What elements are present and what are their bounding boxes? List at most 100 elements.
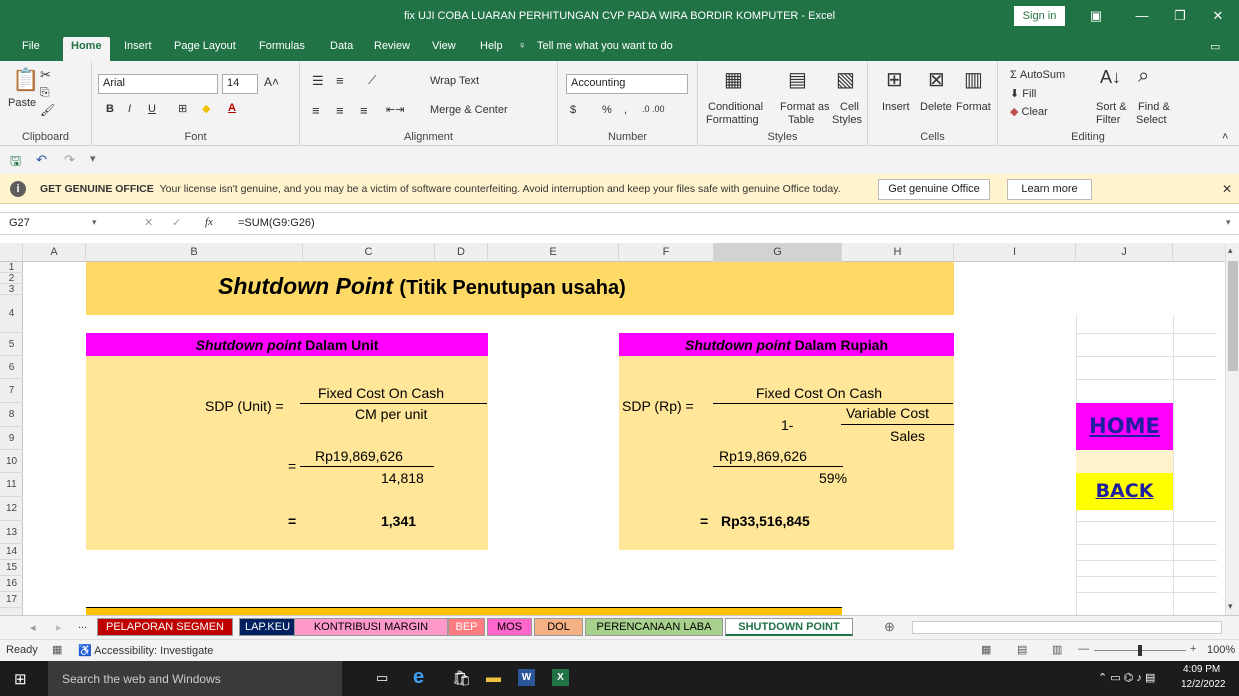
- conditional-formatting-sub[interactable]: Formatting: [706, 114, 759, 126]
- borders-icon[interactable]: ⊞: [178, 102, 187, 115]
- home-button[interactable]: HOME: [1076, 414, 1173, 438]
- column-header[interactable]: D: [435, 243, 488, 262]
- get-genuine-button[interactable]: Get genuine Office: [878, 179, 990, 200]
- row-header[interactable]: 9: [0, 427, 23, 450]
- find-select-sub[interactable]: Select: [1136, 114, 1167, 126]
- find-select-icon[interactable]: ⌕: [1138, 65, 1149, 88]
- collapse-ribbon-icon[interactable]: ˄: [1222, 131, 1228, 143]
- number-format-select[interactable]: Accounting: [566, 74, 688, 94]
- zoom-in-icon[interactable]: +: [1190, 643, 1196, 655]
- column-header[interactable]: A: [23, 243, 86, 262]
- insert-cells-icon[interactable]: ⊞: [886, 67, 903, 92]
- row-header[interactable]: 15: [0, 560, 23, 576]
- paste-icon[interactable]: 📋: [12, 67, 39, 93]
- sort-filter-sub[interactable]: Filter: [1096, 114, 1120, 126]
- windows-start-icon[interactable]: ⊞: [14, 670, 27, 688]
- tab-page-layout[interactable]: Page Layout: [174, 40, 236, 52]
- normal-view-icon[interactable]: ▦: [981, 643, 991, 656]
- tab-home[interactable]: Home: [63, 37, 110, 61]
- next-sheet-icon[interactable]: ▸: [56, 621, 62, 634]
- font-name-select[interactable]: Arial: [98, 74, 218, 94]
- sort-filter-icon[interactable]: A↓: [1100, 67, 1121, 88]
- delete-cells-button[interactable]: Delete: [920, 101, 952, 113]
- sort-filter-label[interactable]: Sort &: [1096, 101, 1127, 113]
- redo-icon[interactable]: ↷: [64, 152, 75, 168]
- row-header[interactable]: 13: [0, 521, 23, 544]
- cell-styles-label[interactable]: Cell: [840, 101, 859, 113]
- zoom-slider-thumb[interactable]: [1138, 645, 1142, 656]
- align-center-icon[interactable]: ≡: [336, 103, 344, 118]
- cancel-icon[interactable]: ✕: [144, 216, 153, 229]
- format-painter-icon[interactable]: 🖌: [40, 103, 55, 117]
- row-header[interactable]: 1: [0, 262, 23, 273]
- conditional-formatting-label[interactable]: Conditional: [708, 101, 763, 113]
- underline-button[interactable]: U: [148, 103, 156, 115]
- autosum-button[interactable]: Σ AutoSum: [1010, 69, 1065, 81]
- tell-me-search[interactable]: Tell me what you want to do: [537, 40, 673, 52]
- sheet-tab-pelaporan-segmen[interactable]: PELAPORAN SEGMEN: [97, 618, 233, 636]
- insert-function-icon[interactable]: fx: [205, 216, 213, 228]
- bold-button[interactable]: B: [106, 103, 114, 115]
- sheet-tab-bep[interactable]: BEP: [448, 618, 485, 636]
- clock-date[interactable]: 12/2/2022: [1181, 679, 1226, 690]
- currency-button[interactable]: $: [570, 104, 576, 116]
- format-cells-button[interactable]: Format: [956, 101, 991, 113]
- percent-button[interactable]: %: [602, 104, 612, 116]
- merge-center-button[interactable]: Merge & Center: [430, 104, 508, 116]
- tab-insert[interactable]: Insert: [124, 40, 152, 52]
- row-header[interactable]: 12: [0, 497, 23, 521]
- delete-cells-icon[interactable]: ⊠: [928, 67, 945, 92]
- zoom-out-icon[interactable]: —: [1078, 643, 1089, 655]
- macro-icon[interactable]: ▦: [52, 643, 62, 656]
- ribbon-display-icon[interactable]: ▣: [1081, 6, 1111, 26]
- tab-help[interactable]: Help: [480, 40, 503, 52]
- row-header[interactable]: 17: [0, 592, 23, 608]
- decimal-icon[interactable]: .0 .00: [642, 104, 665, 114]
- word-icon[interactable]: W: [518, 669, 535, 686]
- align-top-icon[interactable]: ☰: [312, 73, 324, 89]
- back-button[interactable]: BACK: [1076, 480, 1173, 502]
- clock-time[interactable]: 4:09 PM: [1183, 664, 1220, 675]
- vertical-scrollbar[interactable]: ▴ ▾: [1225, 243, 1239, 615]
- column-header[interactable]: B: [86, 243, 303, 262]
- close-warning-icon[interactable]: ✕: [1222, 182, 1232, 196]
- row-header[interactable]: 11: [0, 473, 23, 497]
- conditional-formatting-icon[interactable]: ▦: [724, 67, 743, 92]
- scroll-thumb[interactable]: [1228, 261, 1238, 371]
- formula-input[interactable]: =SUM(G9:G26): [238, 217, 315, 229]
- sheet-tab-dol[interactable]: DOL: [534, 618, 583, 636]
- sign-in-button[interactable]: Sign in: [1014, 6, 1065, 26]
- row-header[interactable]: 6: [0, 356, 23, 379]
- indent-icon[interactable]: ⇤⇥: [386, 103, 404, 116]
- excel-icon[interactable]: X: [552, 669, 569, 686]
- find-select-label[interactable]: Find &: [1138, 101, 1170, 113]
- tab-file[interactable]: File: [22, 40, 40, 52]
- customize-qat-icon[interactable]: ▾: [90, 152, 96, 165]
- row-header[interactable]: 2: [0, 273, 23, 284]
- align-middle-icon[interactable]: ≡: [336, 73, 344, 88]
- fill-color-icon[interactable]: ◆: [202, 102, 210, 115]
- cell-styles-sub[interactable]: Styles: [832, 114, 862, 126]
- prev-sheet-icon[interactable]: ◂: [30, 621, 36, 634]
- tab-formulas[interactable]: Formulas: [259, 40, 305, 52]
- edge-icon[interactable]: e: [413, 666, 424, 689]
- row-header[interactable]: 4: [0, 295, 23, 333]
- paste-button[interactable]: Paste: [8, 97, 36, 109]
- task-view-icon[interactable]: ▭: [376, 670, 388, 686]
- tab-view[interactable]: View: [432, 40, 456, 52]
- select-all-corner[interactable]: [0, 243, 23, 262]
- copy-icon[interactable]: ⎘: [40, 85, 50, 100]
- sheet-tab-shutdown-point[interactable]: SHUTDOWN POINT: [725, 618, 853, 636]
- scroll-down-icon[interactable]: ▾: [1228, 601, 1233, 612]
- row-header[interactable]: 7: [0, 379, 23, 403]
- tab-review[interactable]: Review: [374, 40, 410, 52]
- column-header[interactable]: G: [714, 243, 842, 262]
- column-header[interactable]: I: [954, 243, 1076, 262]
- expand-formula-icon[interactable]: ▾: [1226, 217, 1231, 228]
- wrap-text-button[interactable]: Wrap Text: [430, 75, 479, 87]
- row-header[interactable]: 3: [0, 284, 23, 295]
- align-right-icon[interactable]: ≡: [360, 103, 368, 118]
- sheet-tab-lap-keu[interactable]: LAP.KEU: [239, 618, 296, 636]
- comma-button[interactable]: ,: [624, 104, 627, 116]
- orientation-icon[interactable]: ⟋: [368, 73, 376, 88]
